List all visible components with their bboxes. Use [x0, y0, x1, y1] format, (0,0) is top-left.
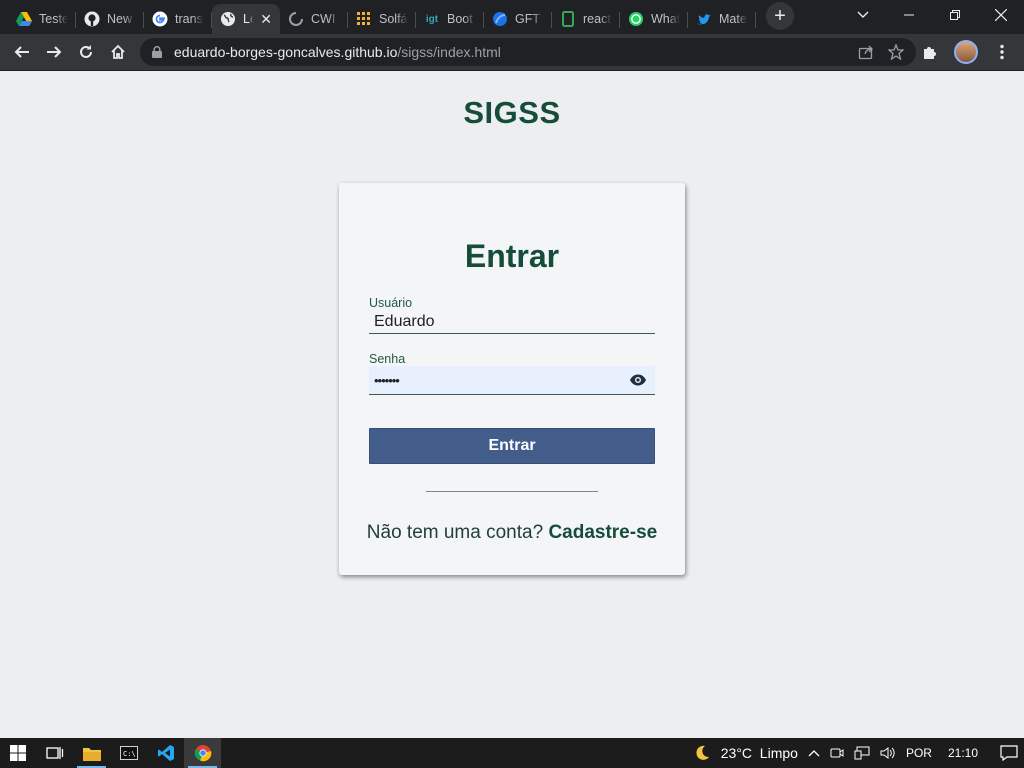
tab-bootcamp[interactable]: igt Boot	[416, 4, 484, 34]
password-label: Senha	[369, 352, 406, 366]
tab-label: Lo	[243, 12, 253, 26]
terminal-icon[interactable]: C:\	[110, 738, 147, 768]
signup-prompt: Não tem uma conta? Cadastre-se	[339, 522, 685, 544]
meet-now-icon[interactable]	[830, 746, 844, 760]
signup-prompt-text: Não tem uma conta?	[366, 522, 544, 543]
reload-button[interactable]	[70, 36, 102, 68]
new-tab-button[interactable]: +	[766, 2, 794, 30]
home-button[interactable]	[102, 36, 134, 68]
task-view-icon[interactable]	[36, 738, 73, 768]
file-explorer-icon[interactable]	[73, 738, 110, 768]
grid-icon	[356, 11, 372, 27]
tab-list: Teste New trans Lo ✕ CWI	[0, 4, 756, 34]
tab-label: CWI	[311, 12, 336, 26]
google-drive-icon	[16, 11, 32, 27]
forward-button[interactable]	[38, 36, 70, 68]
username-label: Usuário	[369, 296, 413, 310]
tab-twitter[interactable]: Mate	[688, 4, 756, 34]
whatsapp-icon	[628, 11, 644, 27]
tab-github-new[interactable]: New	[76, 4, 144, 34]
profile-avatar[interactable]	[950, 36, 982, 68]
tab-close-icon[interactable]: ✕	[260, 11, 272, 28]
windows-start-icon[interactable]	[0, 738, 36, 768]
bookmark-star-icon[interactable]	[888, 44, 904, 60]
github-icon	[84, 11, 100, 27]
weather-text[interactable]: 23°C Limpo	[721, 745, 798, 761]
volume-icon[interactable]	[880, 746, 896, 760]
tab-label: Solfá	[379, 12, 408, 26]
tab-cwi[interactable]: CWI	[280, 4, 348, 34]
tab-solfa[interactable]: Solfá	[348, 4, 416, 34]
tab-label: What	[651, 12, 680, 26]
login-submit-button[interactable]: Entrar	[369, 428, 655, 464]
tab-google-translate[interactable]: trans	[144, 4, 212, 34]
tab-label: trans	[175, 12, 203, 26]
tab-label: New	[107, 12, 133, 26]
share-icon[interactable]	[858, 44, 874, 60]
tab-search-chevron-icon[interactable]	[850, 0, 876, 30]
username-input[interactable]: Eduardo	[369, 310, 655, 334]
kebab-menu-icon[interactable]	[986, 36, 1018, 68]
gft-icon	[492, 11, 508, 27]
svg-text:C:\: C:\	[123, 750, 136, 758]
password-input[interactable]: •••••••	[369, 366, 655, 395]
password-field-group: Senha •••••••	[369, 352, 655, 395]
browser-toolbar: eduardo-borges-goncalves.github.io/sigss…	[0, 34, 1024, 71]
page-viewport: SIGSS Entrar Usuário Eduardo Senha •••••…	[0, 71, 1024, 738]
network-icon[interactable]	[854, 746, 870, 760]
browser-tab-strip: Teste New trans Lo ✕ CWI	[0, 0, 1024, 34]
username-value: Eduardo	[374, 312, 435, 330]
twitter-icon	[696, 11, 712, 27]
chrome-icon[interactable]	[184, 738, 221, 768]
google-icon	[152, 11, 168, 27]
brand-title: SIGSS	[463, 95, 561, 130]
tab-label: Boot	[447, 12, 473, 26]
lock-icon[interactable]	[152, 46, 162, 58]
globe-icon	[220, 11, 236, 27]
close-window-button[interactable]	[978, 0, 1024, 30]
toolbar-right	[914, 36, 1018, 68]
tab-label: react	[583, 12, 611, 26]
windows-taskbar: C:\ 23°C Limpo POR 21:10	[0, 738, 1024, 768]
show-password-eye-icon[interactable]	[629, 374, 647, 386]
url-host: eduardo-borges-goncalves.github.io	[174, 44, 398, 60]
minimize-button[interactable]	[886, 0, 932, 30]
tab-label: GFT	[515, 12, 540, 26]
login-card: Entrar Usuário Eduardo Senha ••••••• Ent…	[339, 183, 685, 575]
login-title: Entrar	[464, 238, 560, 274]
username-field-group: Usuário Eduardo	[369, 296, 655, 334]
notifications-icon[interactable]	[1000, 745, 1018, 761]
tab-gft[interactable]: GFT	[484, 4, 552, 34]
tray-chevron-up-icon[interactable]	[808, 749, 820, 757]
signup-link[interactable]: Cadastre-se	[548, 522, 657, 543]
weather-moon-icon[interactable]	[693, 744, 711, 762]
vscode-icon[interactable]	[147, 738, 184, 768]
back-button[interactable]	[6, 36, 38, 68]
input-language[interactable]: POR	[906, 746, 932, 760]
clock[interactable]: 21:10	[948, 746, 978, 760]
url-path: /sigss/index.html	[397, 44, 501, 60]
tab-login-active[interactable]: Lo ✕	[212, 4, 280, 34]
tab-react[interactable]: react	[552, 4, 620, 34]
restore-button[interactable]	[932, 0, 978, 30]
tab-teste[interactable]: Teste	[8, 4, 76, 34]
window-controls	[886, 0, 1024, 30]
tab-whatsapp[interactable]: What	[620, 4, 688, 34]
address-bar[interactable]: eduardo-borges-goncalves.github.io/sigss…	[140, 38, 916, 66]
igt-icon: igt	[425, 13, 439, 25]
loading-icon	[288, 11, 304, 27]
phone-icon	[560, 11, 576, 27]
extensions-puzzle-icon[interactable]	[914, 36, 946, 68]
password-value: •••••••	[374, 372, 400, 388]
system-tray: 23°C Limpo POR 21:10	[693, 744, 1024, 762]
tab-label: Teste	[39, 12, 68, 26]
divider	[426, 491, 598, 492]
tab-label: Mate	[719, 12, 747, 26]
